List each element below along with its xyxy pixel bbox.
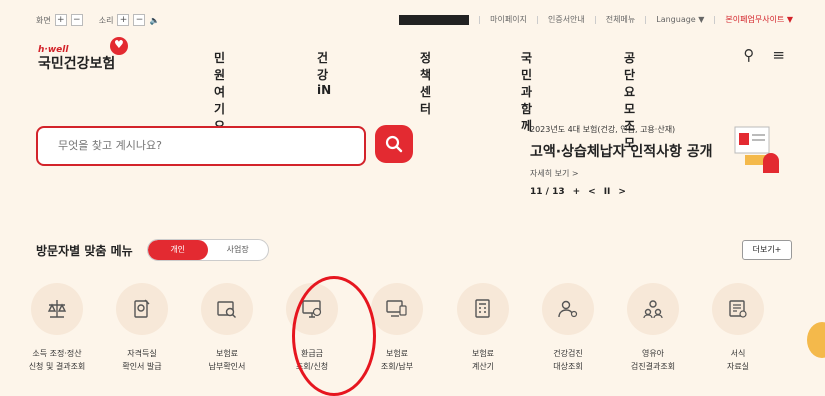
calculator-icon	[475, 299, 490, 318]
tab-business[interactable]: 사업장	[208, 240, 268, 260]
business-site-link[interactable]: 본이페업무사이트 ▼	[725, 14, 793, 25]
language-select[interactable]: Language ▼	[656, 15, 704, 24]
menu-label-line1: 보험료	[215, 349, 239, 358]
payment-monitor-icon	[386, 300, 407, 317]
menu-label-line2: 계산기	[471, 362, 495, 371]
quick-menu-item[interactable]: 영유아검진결과조회	[611, 283, 695, 373]
pager-next-button[interactable]: >	[618, 187, 626, 197]
menu-label-line2: 납부확인서	[208, 362, 246, 371]
menu-label-line2: 검진결과조회	[630, 362, 676, 371]
search-icon	[385, 135, 403, 153]
visitor-menu-title: 방문자별 맞춤 메뉴	[36, 243, 133, 258]
speaker-icon[interactable]: 🔈	[149, 16, 159, 25]
menu-label-line1: 영유아	[641, 349, 665, 358]
cert-guide-link[interactable]: 인증서안내	[548, 14, 585, 25]
menu-label-line1: 자격득실	[127, 349, 157, 358]
sound-label: 소리	[98, 15, 114, 25]
nav-item-civil[interactable]: 민원여기요	[214, 49, 225, 134]
sound-down-button[interactable]: −	[133, 14, 146, 26]
search-box	[36, 126, 366, 166]
utility-bar: 화면 + − 소리 + − 🔈 마이페이지 인증서안내 전체메뉴 Languag…	[0, 0, 825, 38]
quick-menu-item[interactable]: 보험료계산기	[441, 283, 525, 373]
notice-pager: 11 / 13 + < II >	[530, 187, 770, 197]
site-logo[interactable]: h·well 국민건강보험	[38, 45, 115, 73]
search-input[interactable]	[56, 138, 340, 153]
sound-up-button[interactable]: +	[117, 14, 130, 26]
nav-item-policy[interactable]: 정책센터	[420, 49, 431, 117]
menu-label-line2: 대상조회	[553, 362, 583, 371]
more-button[interactable]: 더보기+	[742, 240, 792, 260]
scale-icon	[47, 300, 67, 318]
certificate-icon	[134, 299, 150, 318]
notice-illustration-icon	[734, 126, 779, 173]
quick-menu: 소득 조정·정산 신청 및 결과조회 자격득실 확인서 발급 보험료 납부확인서 환급…	[29, 283, 825, 393]
quick-menu-item[interactable]: 서식자료실	[696, 283, 780, 373]
visitor-menu-header: 방문자별 맞춤 메뉴 개인 사업장	[36, 239, 269, 261]
search-button[interactable]	[375, 125, 413, 163]
screen-zoom-label: 화면	[36, 15, 51, 25]
menu-label-line2: 신청 및 결과조회	[28, 362, 86, 371]
heart-logo-icon	[110, 37, 128, 55]
pager-plus-button[interactable]: +	[573, 187, 581, 197]
menu-label-line1: 서식	[730, 349, 746, 358]
receipt-search-icon	[217, 301, 236, 318]
pager-prev-button[interactable]: <	[588, 187, 596, 197]
tab-personal[interactable]: 개인	[147, 240, 208, 260]
search-icon[interactable]: ⚲	[743, 46, 754, 64]
menu-label-line1: 건강검진	[553, 349, 583, 358]
visitor-toggle: 개인 사업장	[146, 239, 269, 261]
zoom-in-button[interactable]: +	[54, 14, 67, 26]
health-check-icon	[558, 300, 578, 318]
user-name-redacted	[399, 14, 470, 25]
hand-drawn-highlight-circle	[292, 276, 376, 396]
quick-menu-item[interactable]: 자격득실확인서 발급	[100, 283, 184, 373]
zoom-out-button[interactable]: −	[70, 14, 83, 26]
pager-count: 11 / 13	[530, 187, 565, 197]
pager-pause-button[interactable]: II	[604, 187, 611, 197]
quick-menu-item[interactable]: 건강검진대상조회	[526, 283, 610, 373]
menu-label-line1: 보험료	[471, 349, 495, 358]
logo-text: 국민건강보험	[38, 56, 116, 72]
mypage-link[interactable]: 마이페이지	[490, 14, 527, 25]
menu-label-line2: 조회/납부	[380, 362, 414, 371]
hamburger-menu-icon[interactable]: ≡	[772, 46, 785, 64]
forms-icon	[729, 300, 747, 318]
nav-item-health[interactable]: 건강iN	[317, 49, 331, 97]
menu-label-line1: 소득 조정·정산	[32, 349, 82, 358]
infant-icon	[643, 300, 663, 319]
quick-menu-item[interactable]: 소득 조정·정산신청 및 결과조회	[15, 283, 99, 373]
quick-menu-item[interactable]: 보험료납부확인서	[185, 283, 269, 373]
nav-item-together[interactable]: 국민과함께	[521, 49, 532, 134]
menu-label-line1: 보험료	[385, 349, 409, 358]
menu-label-line2: 자료실	[726, 362, 750, 371]
menu-label-line2: 확인서 발급	[122, 362, 162, 371]
all-menu-link[interactable]: 전체메뉴	[606, 14, 635, 25]
